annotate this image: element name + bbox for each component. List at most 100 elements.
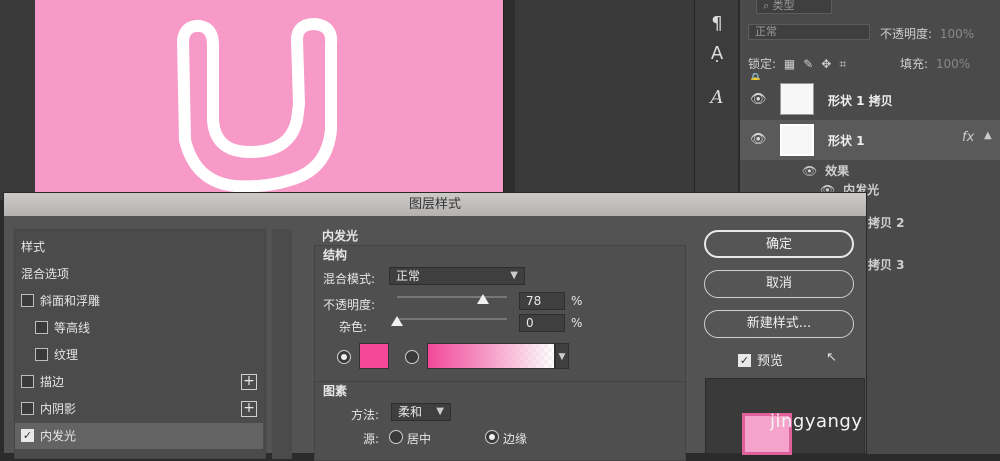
style-item-blending-options[interactable]: 混合选项 [15, 261, 263, 287]
opacity-slider-knob[interactable] [476, 294, 489, 304]
style-item-label: 混合选项 [21, 267, 70, 281]
chevron-down-icon: ▼ [436, 406, 444, 417]
chevron-up-icon[interactable]: ▲ [984, 130, 992, 141]
tools-panel: ¶ Ạ A [694, 0, 738, 200]
checkbox[interactable] [21, 294, 34, 307]
filter-label: 类型 [772, 0, 795, 12]
opacity-label: 不透明度: [880, 27, 933, 41]
layer-name: 形状 1 拷贝 [828, 94, 893, 108]
effects-label: 效果 [825, 164, 850, 178]
preview-label: 预览 [757, 354, 784, 369]
style-item-label: 等高线 [54, 321, 91, 335]
layer-name: 形状 1 [828, 134, 865, 148]
add-stroke-icon[interactable]: + [241, 374, 257, 390]
layer-name: 拷贝 3 [868, 258, 905, 272]
checkbox[interactable] [21, 402, 34, 415]
checkbox[interactable] [35, 321, 48, 334]
blend-mode-select[interactable]: 正常 [748, 24, 870, 40]
style-item-inner-shadow[interactable]: 内阴影 + [15, 396, 263, 422]
glyph-tool-icon[interactable]: A [701, 84, 733, 112]
percent-sign: % [571, 316, 583, 330]
preview-option[interactable]: ✓ 预览 [738, 350, 783, 369]
style-item-stroke[interactable]: 描边 + [15, 369, 263, 395]
style-item-label: 斜面和浮雕 [40, 294, 101, 308]
checkbox[interactable] [35, 348, 48, 361]
style-item-label: 内阴影 [40, 402, 77, 416]
glow-color-swatch[interactable] [359, 343, 389, 369]
style-item-label: 内发光 [40, 429, 77, 443]
paragraph-tool-icon[interactable]: ¶ [701, 10, 733, 38]
source-center-radio[interactable] [389, 430, 403, 444]
layer-thumbnail [780, 83, 814, 115]
source-edge-radio[interactable] [485, 430, 499, 444]
checkbox-checked[interactable]: ✓ [21, 429, 34, 442]
style-item-label: 纹理 [54, 348, 79, 362]
source-edge-label: 边缘 [503, 432, 528, 446]
source-center-label: 居中 [407, 432, 432, 446]
blend-mode-select[interactable]: 正常 ▼ [389, 267, 525, 285]
structure-group: 结构 混合模式: 正常 ▼ 不透明度: 78 % 杂色: 0 % ▼ [314, 245, 686, 389]
divider [272, 229, 292, 459]
blend-mode-value: 正常 [755, 25, 777, 38]
elements-title: 图素 [323, 384, 348, 398]
noise-slider-knob[interactable] [391, 316, 403, 326]
layer-row[interactable]: 👁 形状 1 拷贝 [740, 80, 1000, 120]
layer-row[interactable]: 拷贝 3 [868, 256, 988, 273]
structure-title: 结构 [323, 248, 348, 262]
letter-u-shape [177, 18, 338, 193]
canvas-scrollbar[interactable] [503, 0, 515, 200]
noise-label: 杂色: [339, 320, 368, 334]
noise-input-value: 0 [526, 316, 534, 330]
method-select[interactable]: 柔和 ▼ [391, 403, 451, 421]
opacity-slider-track[interactable] [397, 296, 507, 298]
layer-name: 拷贝 2 [868, 216, 905, 230]
layer-row-selected[interactable]: 👁 形状 1 fx ▲ [740, 120, 1000, 160]
source-label: 源: [363, 432, 380, 446]
opacity-label: 不透明度: [323, 298, 376, 312]
style-item-inner-glow[interactable]: ✓ 内发光 [15, 423, 263, 449]
eye-icon[interactable]: 👁 [750, 132, 767, 147]
new-style-button[interactable]: 新建样式... [704, 310, 854, 338]
blend-mode-value: 正常 [396, 269, 421, 283]
lock-label: 锁定: [748, 57, 777, 71]
document-canvas[interactable] [35, 0, 503, 200]
add-inner-shadow-icon[interactable]: + [241, 401, 257, 417]
canvas-area [0, 0, 700, 200]
style-item-label: 描边 [40, 375, 65, 389]
style-item-styles[interactable]: 样式 [15, 234, 263, 260]
noise-input[interactable]: 0 [519, 314, 565, 332]
style-item-texture[interactable]: 纹理 [15, 342, 263, 368]
style-item-contour[interactable]: 等高线 [15, 315, 263, 341]
opacity-input[interactable]: 78 [519, 292, 565, 310]
layer-row[interactable]: 拷贝 2 [868, 214, 988, 231]
gradient-radio[interactable] [405, 350, 419, 364]
section-title: 内发光 [322, 229, 359, 243]
cancel-button[interactable]: 取消 [704, 270, 854, 298]
gradient-swatch[interactable] [427, 343, 555, 369]
solid-color-radio[interactable] [337, 350, 351, 364]
style-item-bevel-emboss[interactable]: 斜面和浮雕 [15, 288, 263, 314]
method-label: 方法: [351, 408, 380, 422]
filter-select[interactable]: ⌕ 类型 [756, 0, 832, 14]
percent-sign: % [571, 294, 583, 308]
search-icon: ⌕ [763, 0, 770, 12]
checkbox[interactable] [21, 375, 34, 388]
ok-button[interactable]: 确定 [704, 230, 854, 258]
eye-icon[interactable]: 👁 [802, 164, 817, 178]
style-item-label: 样式 [21, 240, 46, 254]
fill-value[interactable]: 100% [936, 57, 970, 71]
cursor-icon: ↖ [826, 350, 837, 365]
layer-thumbnail [780, 124, 814, 156]
chevron-down-icon: ▼ [510, 270, 518, 281]
method-value: 柔和 [398, 405, 423, 419]
character-tool-icon[interactable]: Ạ [701, 40, 733, 68]
eye-icon[interactable]: 👁 [750, 92, 767, 107]
chevron-down-icon[interactable]: ▼ [555, 343, 569, 369]
checkbox-checked[interactable]: ✓ [738, 354, 751, 367]
noise-slider-track[interactable] [397, 318, 507, 320]
opacity-value[interactable]: 100% [940, 27, 974, 41]
opacity-input-value: 78 [526, 294, 542, 308]
style-list: 样式 混合选项 斜面和浮雕 等高线 纹理 描边 + 内阴影 + ✓ 内发光 [14, 229, 266, 459]
fx-icon[interactable]: fx [962, 130, 974, 145]
fill-label: 填充: [900, 57, 929, 71]
